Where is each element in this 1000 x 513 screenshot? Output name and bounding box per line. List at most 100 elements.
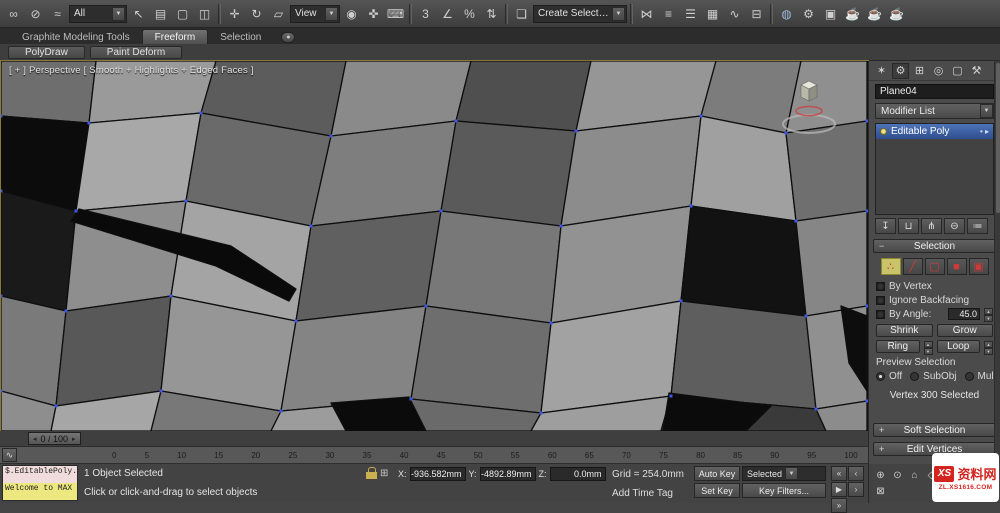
chevron-down-icon[interactable]: ▼ [325, 6, 338, 21]
time-slider-thumb[interactable]: ◂ 0 / 100 ▸ [28, 432, 81, 445]
tab-graphite-modeling-tools[interactable]: Graphite Modeling Tools [10, 30, 142, 44]
frame-label-60[interactable]: 60 [548, 451, 557, 460]
expand-icon[interactable]: + [879, 425, 884, 435]
mesh-face[interactable] [280, 305, 427, 412]
element-mode-button[interactable]: ▣ [968, 258, 989, 275]
mesh-face[interactable] [1, 190, 77, 312]
mesh-vertex[interactable] [574, 129, 578, 133]
orbit-ring[interactable] [782, 114, 836, 134]
modifier-list-dropdown[interactable]: Modifier List ▼ [875, 103, 994, 119]
mesh-face[interactable] [55, 295, 172, 407]
play-button[interactable]: ▶ [831, 482, 847, 497]
angle-value-field[interactable]: 45.0 [948, 308, 980, 320]
ring-spinner[interactable]: ▲ ▼ [923, 340, 933, 355]
set-key-button[interactable]: Set Key [694, 483, 740, 498]
curve-editor-icon[interactable]: ∿ [724, 3, 745, 24]
border-mode-button[interactable]: ▢ [924, 258, 945, 275]
by-angle-checkbox[interactable] [876, 309, 885, 319]
frame-label-55[interactable]: 55 [511, 451, 520, 460]
go-to-end-button[interactable]: » [831, 498, 847, 513]
spinner-down-icon[interactable]: ▼ [923, 347, 933, 355]
absolute-offset-mode-icon[interactable]: ⊞ [380, 468, 388, 479]
frame-label-80[interactable]: 80 [696, 451, 705, 460]
spinner-down-icon[interactable]: ▼ [984, 315, 993, 322]
selection-rollout-header[interactable]: − Selection [873, 239, 996, 253]
mesh-vertex[interactable] [169, 294, 173, 298]
chevron-down-icon[interactable]: ▼ [785, 467, 799, 480]
mesh-face[interactable] [440, 120, 577, 227]
mesh-vertex[interactable] [199, 111, 203, 115]
frame-label-5[interactable]: 5 [145, 451, 149, 460]
loop-spinner[interactable]: ▲ ▼ [984, 340, 993, 355]
select-and-move-icon[interactable]: ✛ [224, 3, 245, 24]
layer-manager-icon[interactable]: ☰ [680, 3, 701, 24]
expand-icon[interactable]: + [879, 444, 884, 454]
select-and-manipulate-icon[interactable]: ✜ [363, 3, 384, 24]
perspective-viewport[interactable]: [ + ] Perspective [ Smooth + Highlights … [0, 60, 869, 432]
key-selection-dropdown[interactable]: Selected ▼ [742, 466, 826, 481]
next-frame-button[interactable]: › [848, 482, 864, 497]
mesh-face[interactable] [1, 295, 67, 407]
soft-selection-rollout-header[interactable]: + Soft Selection [873, 423, 996, 437]
maximize-viewport-icon[interactable]: ⊠ [873, 485, 888, 499]
create-tab-icon[interactable]: ✶ [873, 63, 890, 79]
expand-icon[interactable]: • ▸ [980, 127, 989, 136]
maxscript-mini-listener[interactable]: $.EditablePoly. Welcome to MAX [2, 465, 78, 501]
make-unique-button[interactable]: ⋔ [921, 218, 942, 234]
select-and-rotate-icon[interactable]: ↻ [246, 3, 267, 24]
stack-item-editable-poly[interactable]: Editable Poly • ▸ [876, 124, 993, 139]
zoom-icon[interactable]: ⊕ [873, 469, 888, 483]
mirror-icon[interactable]: ⋈ [636, 3, 657, 24]
mesh-vertex[interactable] [184, 199, 188, 203]
utilities-tab-icon[interactable]: ⚒ [968, 63, 985, 79]
render-production-icon[interactable]: ☕ [842, 3, 863, 24]
mesh-vertex[interactable] [64, 309, 68, 313]
motion-tab-icon[interactable]: ◎ [930, 63, 947, 79]
align-icon[interactable]: ≡ [658, 3, 679, 24]
polydraw-button[interactable]: PolyDraw [8, 46, 85, 59]
mesh-face[interactable] [425, 210, 562, 324]
loop-button[interactable]: Loop [936, 340, 980, 353]
window-crossing-icon[interactable]: ◫ [194, 3, 215, 24]
mesh-vertex[interactable] [804, 314, 808, 318]
selection-filter-dropdown[interactable]: All ▼ [69, 4, 127, 23]
select-and-link-icon[interactable]: ∞ [3, 3, 24, 24]
grow-button[interactable]: Grow [936, 324, 993, 337]
frame-label-100[interactable]: 100 [844, 451, 857, 460]
mesh-vertex[interactable] [159, 389, 163, 393]
zoom-extents-icon[interactable]: ⌂ [907, 469, 922, 483]
edit-named-selection-sets-icon[interactable]: ❏ [511, 3, 532, 24]
vertex-mode-button[interactable]: ∴ [880, 258, 901, 275]
listener-line[interactable]: Welcome to MAX [3, 483, 77, 500]
macro-recorder-line[interactable]: $.EditablePoly. [3, 466, 77, 483]
panel-scrollbar[interactable] [994, 61, 1000, 464]
mesh-vertex[interactable] [54, 404, 58, 408]
mesh-face[interactable] [795, 210, 868, 317]
editable-poly-mesh[interactable] [1, 61, 868, 431]
frame-label-0[interactable]: 0 [112, 451, 116, 460]
mesh-face[interactable] [310, 120, 457, 227]
polygon-mode-button[interactable]: ■ [946, 258, 967, 275]
mesh-vertex[interactable] [439, 209, 443, 213]
mesh-crevice[interactable] [330, 396, 427, 431]
frame-label-75[interactable]: 75 [659, 451, 668, 460]
panel-scrollbar-thumb[interactable] [996, 63, 1000, 213]
angle-spinner[interactable]: ▲ ▼ [984, 308, 993, 322]
mesh-vertex[interactable] [279, 409, 283, 413]
spinner-up-icon[interactable]: ▲ [984, 308, 993, 315]
mesh-face[interactable] [680, 205, 807, 317]
display-tab-icon[interactable]: ▢ [949, 63, 966, 79]
mesh-vertex[interactable] [409, 397, 413, 401]
mesh-vertex[interactable] [424, 304, 428, 308]
preview-multi-radio[interactable] [964, 372, 974, 381]
spinner-down-icon[interactable]: ▼ [984, 347, 993, 355]
render-setup-icon[interactable]: ⚙ [798, 3, 819, 24]
frame-label-90[interactable]: 90 [770, 451, 779, 460]
mesh-face[interactable] [670, 300, 817, 410]
x-coordinate-field[interactable]: -936.582mm [409, 467, 466, 481]
mesh-vertex[interactable] [1, 189, 3, 193]
spinner-up-icon[interactable]: ▲ [984, 340, 993, 348]
mesh-face[interactable] [75, 112, 202, 212]
preview-off-radio[interactable] [876, 372, 885, 381]
mesh-vertex[interactable] [794, 219, 798, 223]
